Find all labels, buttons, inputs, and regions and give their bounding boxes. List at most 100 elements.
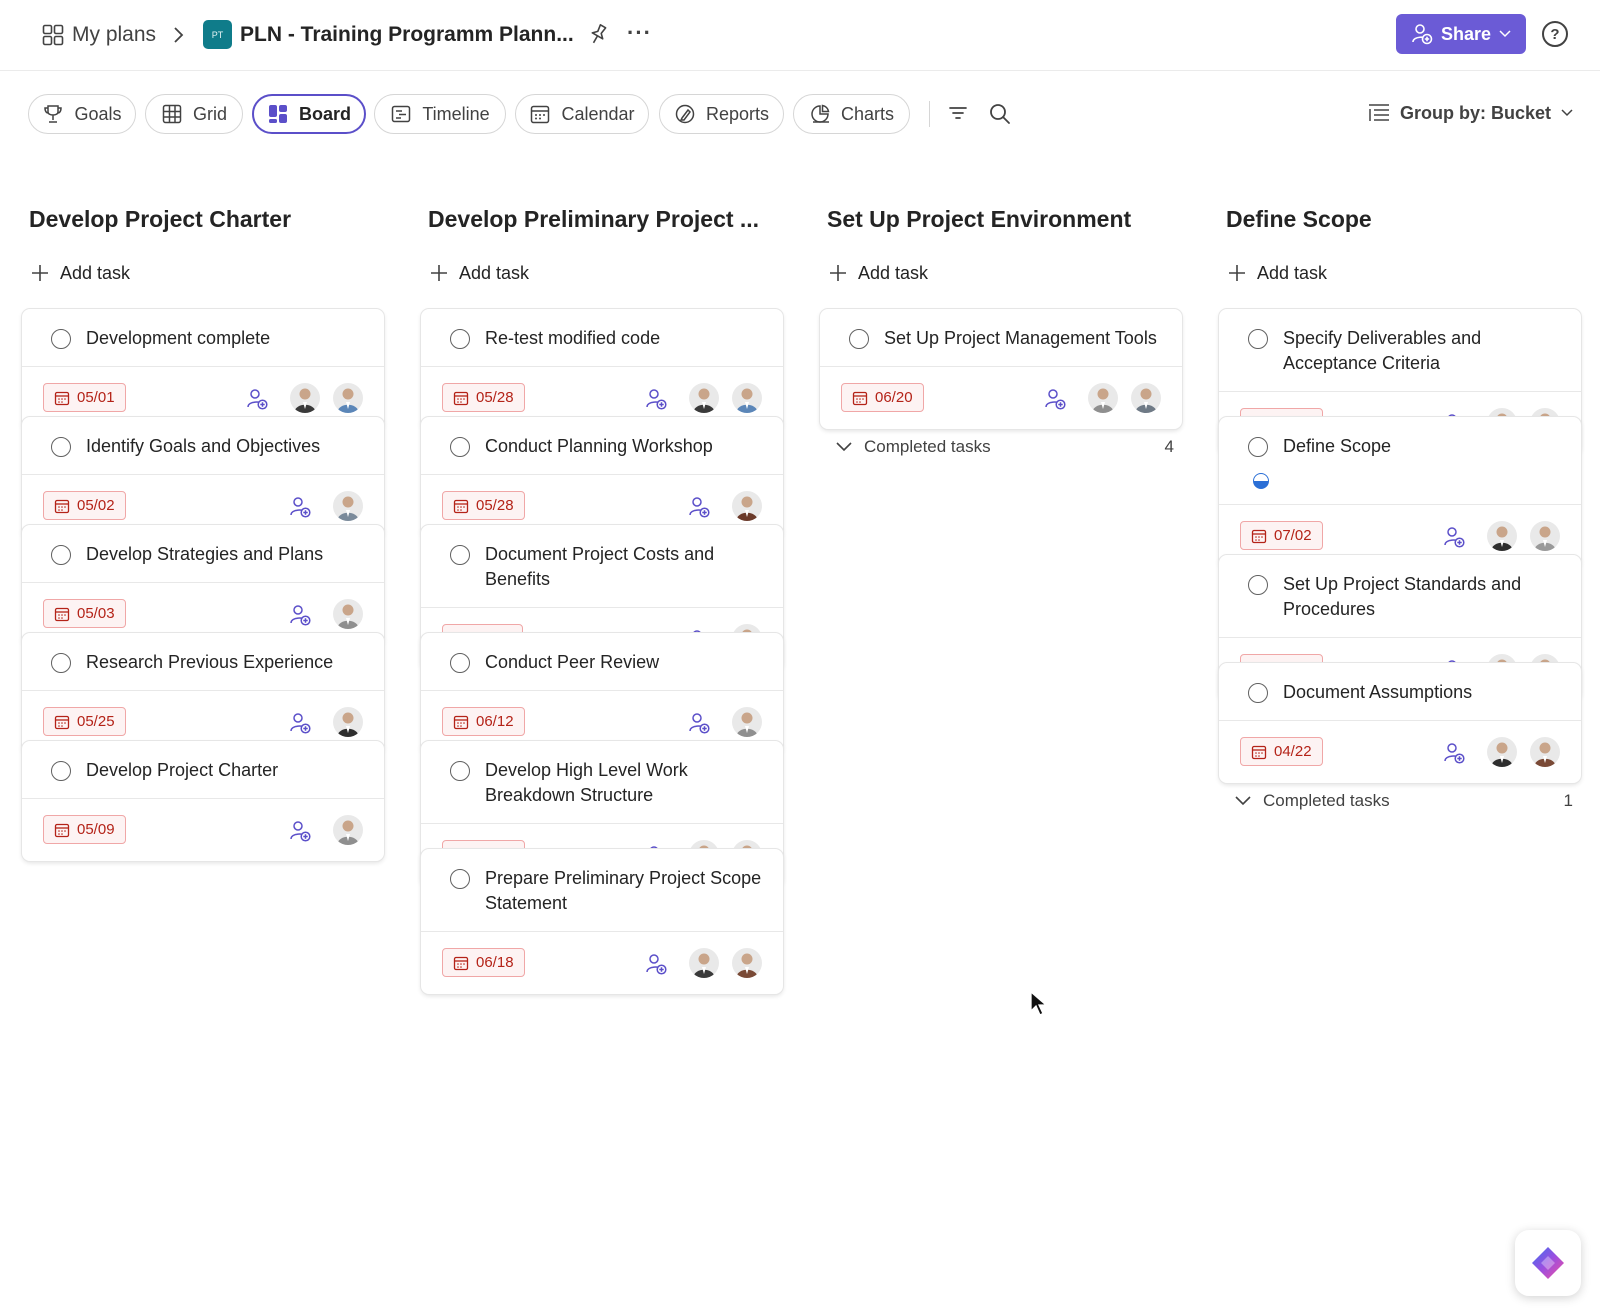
tab-reports[interactable]: Reports [659,94,784,134]
add-task-button[interactable]: Add task [429,258,529,288]
due-date-badge[interactable]: 04/22 [1240,737,1323,766]
completed-tasks-toggle[interactable]: Completed tasks 4 [836,432,1174,462]
due-date-badge[interactable]: 05/25 [43,707,126,736]
completed-tasks-toggle[interactable]: Completed tasks 1 [1235,786,1573,816]
copilot-button[interactable] [1515,1230,1581,1296]
tab-board[interactable]: Board [252,94,366,134]
tab-timeline[interactable]: Timeline [374,94,506,134]
plan-title[interactable]: PLN - Training Programm Plann... [240,18,574,52]
assign-person-icon[interactable] [1043,387,1067,416]
complete-task-checkbox[interactable] [1248,437,1268,457]
help-icon[interactable]: ? [1542,21,1568,47]
assign-person-icon[interactable] [245,387,269,416]
assign-person-icon[interactable] [288,711,312,740]
complete-task-checkbox[interactable] [450,761,470,781]
more-options-icon[interactable]: ··· [627,18,652,48]
assign-person-icon[interactable] [1442,525,1466,554]
tab-grid[interactable]: Grid [145,94,243,134]
avatar[interactable] [732,707,762,737]
due-date-badge[interactable]: 06/18 [442,948,525,977]
complete-task-checkbox[interactable] [450,437,470,457]
task-card[interactable]: Develop Project Charter 05/09 [22,741,384,861]
due-date-badge[interactable]: 05/03 [43,599,126,628]
tab-charts[interactable]: Charts [793,94,910,134]
avatar[interactable] [333,707,363,737]
avatar[interactable] [1088,383,1118,413]
filter-icon[interactable] [947,102,969,129]
bucket-title[interactable]: Set Up Project Environment [827,206,1131,233]
complete-task-checkbox[interactable] [1248,575,1268,595]
bucket-title[interactable]: Develop Preliminary Project ... [428,206,759,233]
avatar[interactable] [732,491,762,521]
task-card[interactable]: Development complete 05/01 [22,309,384,429]
avatar[interactable] [1530,737,1560,767]
complete-task-checkbox[interactable] [51,329,71,349]
due-date-badge[interactable]: 05/01 [43,383,126,412]
task-card[interactable]: Conduct Peer Review 06/12 [421,633,783,753]
complete-task-checkbox[interactable] [51,653,71,673]
assign-person-icon[interactable] [288,495,312,524]
task-card[interactable]: Re-test modified code 05/28 [421,309,783,429]
pin-icon[interactable] [587,20,609,50]
task-card[interactable]: Conduct Planning Workshop 05/28 [421,417,783,537]
due-date-badge[interactable]: 05/09 [43,815,126,844]
complete-task-checkbox[interactable] [51,761,71,781]
assign-person-icon[interactable] [288,603,312,632]
task-card[interactable]: Prepare Preliminary Project Scope Statem… [421,849,783,994]
avatar[interactable] [1487,521,1517,551]
avatar[interactable] [1530,521,1560,551]
bucket-title[interactable]: Define Scope [1226,206,1372,233]
progress-icon[interactable] [1253,473,1269,489]
avatar[interactable] [290,383,320,413]
task-card[interactable]: Research Previous Experience 05/25 [22,633,384,753]
avatar[interactable] [689,948,719,978]
task-card[interactable]: Set Up Project Management Tools 06/20 [820,309,1182,429]
avatar[interactable] [689,383,719,413]
due-date-badge[interactable]: 05/28 [442,383,525,412]
task-card[interactable]: Define Scope 07/02 [1219,417,1581,567]
complete-task-checkbox[interactable] [450,653,470,673]
avatar[interactable] [732,948,762,978]
search-icon[interactable] [988,102,1011,130]
my-plans-link[interactable]: My plans [42,18,156,52]
complete-task-checkbox[interactable] [1248,329,1268,349]
avatar[interactable] [333,815,363,845]
complete-task-checkbox[interactable] [450,329,470,349]
complete-task-checkbox[interactable] [1248,683,1268,703]
complete-task-checkbox[interactable] [849,329,869,349]
due-date-badge[interactable]: 05/02 [43,491,126,520]
share-button[interactable]: Share [1396,14,1526,54]
avatar[interactable] [333,491,363,521]
complete-task-checkbox[interactable] [51,437,71,457]
add-task-button[interactable]: Add task [828,258,928,288]
due-date-badge[interactable]: 07/02 [1240,521,1323,550]
complete-task-checkbox[interactable] [450,545,470,565]
avatar[interactable] [1487,737,1517,767]
assign-person-icon[interactable] [1442,741,1466,770]
avatar[interactable] [1131,383,1161,413]
due-date-badge[interactable]: 06/20 [841,383,924,412]
task-card[interactable]: Document Assumptions 04/22 [1219,663,1581,783]
add-task-button[interactable]: Add task [1227,258,1327,288]
due-date-badge[interactable]: 05/28 [442,491,525,520]
timeline-icon [392,105,411,123]
add-task-button[interactable]: Add task [30,258,130,288]
due-date-badge[interactable]: 06/12 [442,707,525,736]
assign-person-icon[interactable] [644,387,668,416]
assign-person-icon[interactable] [687,495,711,524]
complete-task-checkbox[interactable] [51,545,71,565]
tab-goals[interactable]: Goals [28,94,136,134]
group-by-dropdown[interactable]: Group by: Bucket [1368,98,1573,128]
task-card[interactable]: Develop Strategies and Plans 05/03 [22,525,384,645]
avatar[interactable] [732,383,762,413]
task-card[interactable]: Identify Goals and Objectives 05/02 [22,417,384,537]
tab-calendar[interactable]: Calendar [515,94,649,134]
assign-person-icon[interactable] [644,952,668,981]
assign-person-icon[interactable] [687,711,711,740]
due-date: 07/02 [1274,527,1312,544]
avatar[interactable] [333,599,363,629]
assign-person-icon[interactable] [288,819,312,848]
avatar[interactable] [333,383,363,413]
complete-task-checkbox[interactable] [450,869,470,889]
bucket-title[interactable]: Develop Project Charter [29,206,291,233]
